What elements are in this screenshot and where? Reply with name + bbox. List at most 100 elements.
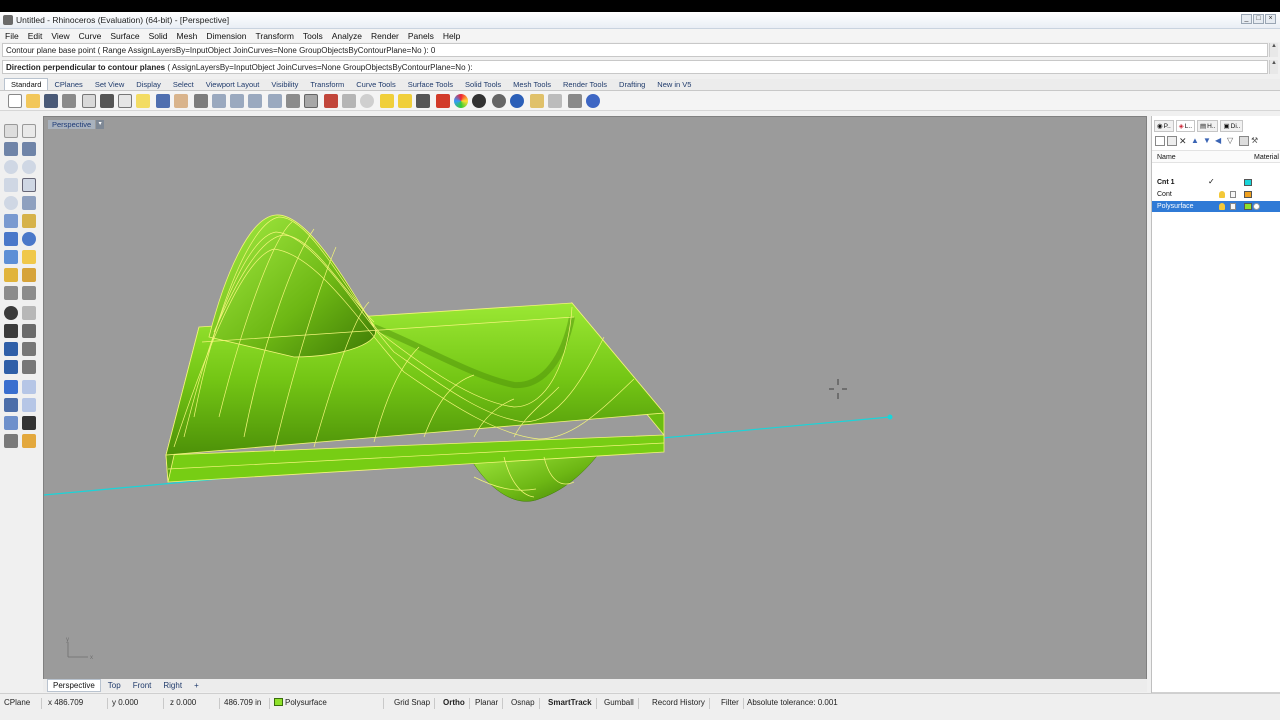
properties-icon[interactable]	[4, 434, 18, 448]
copy-icon[interactable]	[118, 94, 132, 108]
status-cplane[interactable]: CPlane	[4, 698, 42, 709]
import-icon[interactable]	[82, 94, 96, 108]
tab-solid-tools[interactable]: Solid Tools	[459, 79, 507, 90]
toggle-gumball[interactable]: Gumball	[604, 698, 639, 709]
tab-curve-tools[interactable]: Curve Tools	[350, 79, 401, 90]
command-prompt-options[interactable]: ( AssignLayersBy=InputObject JoinCurves=…	[167, 63, 472, 72]
menu-dimension[interactable]: Dimension	[206, 31, 246, 41]
vp-tab-perspective[interactable]: Perspective	[47, 679, 101, 692]
tab-display[interactable]: Display	[130, 79, 167, 90]
tab-render-tools[interactable]: Render Tools	[557, 79, 613, 90]
layer-row-cont[interactable]: Cont	[1152, 189, 1280, 200]
move-icon[interactable]	[4, 360, 18, 374]
text-icon[interactable]	[4, 342, 18, 356]
tab-set-view[interactable]: Set View	[89, 79, 130, 90]
toggle-grid-snap[interactable]: Grid Snap	[394, 698, 436, 709]
tab-cplanes[interactable]: CPlanes	[48, 79, 88, 90]
tab-standard[interactable]: Standard	[4, 78, 49, 90]
osnap-icon[interactable]	[360, 94, 374, 108]
zoom-window-icon[interactable]	[230, 94, 244, 108]
command-prompt[interactable]: Direction perpendicular to contour plane…	[2, 60, 1268, 74]
move-up-icon[interactable]: ▲	[1191, 136, 1201, 146]
layer-visible-bulb-icon[interactable]	[1219, 203, 1225, 210]
move-out-icon[interactable]: ◀	[1215, 136, 1225, 146]
menu-help[interactable]: Help	[443, 31, 460, 41]
options-icon[interactable]	[548, 94, 562, 108]
menu-curve[interactable]: Curve	[79, 31, 102, 41]
zoom-extents-icon[interactable]	[248, 94, 262, 108]
viewport-title[interactable]: Perspective ▾	[48, 119, 105, 129]
boolean-difference-icon[interactable]	[22, 306, 36, 320]
menu-transform[interactable]: Transform	[255, 31, 293, 41]
shaded-sphere-icon[interactable]	[472, 94, 486, 108]
status-current-layer[interactable]: Polysurface	[274, 698, 384, 709]
command-history-scroll-up[interactable]: ▲	[1269, 43, 1278, 57]
layer-color-swatch[interactable]	[1244, 191, 1252, 198]
menu-surface[interactable]: Surface	[110, 31, 139, 41]
tab-select[interactable]: Select	[167, 79, 200, 90]
perspective-viewport[interactable]: x y Perspective ▾	[43, 116, 1147, 690]
toggle-record-history[interactable]: Record History	[652, 698, 710, 709]
toggle-filter[interactable]: Filter	[721, 698, 744, 709]
polyline-icon[interactable]	[4, 142, 18, 156]
vp-tab-right[interactable]: Right	[158, 680, 187, 691]
command-prompt-scroll[interactable]: ▲	[1269, 60, 1278, 74]
layer-row-cnt1[interactable]: Cnt 1 ✓	[1152, 177, 1280, 188]
lock-icon[interactable]	[416, 94, 430, 108]
boolean-union-icon[interactable]	[4, 306, 18, 320]
minimize-button[interactable]: _	[1241, 14, 1252, 24]
tab-display[interactable]: ▣ Di..	[1220, 120, 1244, 132]
contour-line-endpoint[interactable]	[887, 414, 893, 420]
menu-render[interactable]: Render	[371, 31, 399, 41]
vp-tab-top[interactable]: Top	[103, 680, 126, 691]
rendered-sphere-icon[interactable]	[492, 94, 506, 108]
ellipse-icon[interactable]	[4, 196, 18, 210]
mirror-icon[interactable]	[4, 416, 18, 430]
cplane-icon[interactable]	[342, 94, 356, 108]
layer-tools-icon[interactable]	[1239, 136, 1249, 146]
add-viewport-tab-icon[interactable]: +	[189, 680, 204, 691]
polygon-icon[interactable]	[4, 178, 18, 192]
toggle-ortho[interactable]: Ortho	[443, 698, 470, 709]
grid-array-icon[interactable]	[22, 380, 36, 394]
four-viewports-icon[interactable]	[304, 94, 318, 108]
layer-color-swatch[interactable]	[1244, 179, 1252, 186]
layer-material-icon[interactable]	[1253, 203, 1260, 210]
undo-icon[interactable]	[156, 94, 170, 108]
scale-icon[interactable]	[22, 398, 36, 412]
zoom-dynamic-icon[interactable]	[212, 94, 226, 108]
check-analyze-icon[interactable]	[22, 416, 36, 430]
close-button[interactable]: ×	[1265, 14, 1276, 24]
save-icon[interactable]	[44, 94, 58, 108]
arc-icon[interactable]	[22, 160, 36, 174]
leader-icon[interactable]	[22, 286, 36, 300]
help-icon[interactable]	[586, 94, 600, 108]
new-file-icon[interactable]	[8, 94, 22, 108]
color-wheel-icon[interactable]	[454, 94, 468, 108]
menu-file[interactable]: File	[5, 31, 19, 41]
maximize-button[interactable]: □	[1253, 14, 1264, 24]
explode-icon[interactable]	[22, 324, 36, 338]
show-objects-icon[interactable]	[380, 94, 394, 108]
sphere-icon[interactable]	[22, 232, 36, 246]
rectangle-icon[interactable]	[22, 178, 36, 192]
layer-lock-icon[interactable]	[1230, 191, 1236, 198]
open-folder-icon[interactable]	[26, 94, 40, 108]
rotate-view-icon[interactable]	[194, 94, 208, 108]
trim-icon[interactable]	[22, 342, 36, 356]
tab-new-in-v5[interactable]: New in V5	[651, 79, 697, 90]
array-icon[interactable]	[4, 380, 18, 394]
viewport-menu-dropdown-icon[interactable]: ▾	[96, 119, 105, 129]
fillet-curves-icon[interactable]	[22, 196, 36, 210]
select-arrow-icon[interactable]	[4, 124, 18, 138]
toggle-osnap[interactable]: Osnap	[511, 698, 540, 709]
menu-panels[interactable]: Panels	[408, 31, 434, 41]
rotate-icon[interactable]	[4, 398, 18, 412]
filter-icon[interactable]: ▽	[1227, 136, 1237, 146]
dimension-icon[interactable]	[4, 286, 18, 300]
tab-visibility[interactable]: Visibility	[265, 79, 304, 90]
layer-icon[interactable]	[436, 94, 450, 108]
select-all-icon[interactable]	[324, 94, 338, 108]
tab-surface-tools[interactable]: Surface Tools	[402, 79, 459, 90]
surface-from-points-icon[interactable]	[4, 214, 18, 228]
